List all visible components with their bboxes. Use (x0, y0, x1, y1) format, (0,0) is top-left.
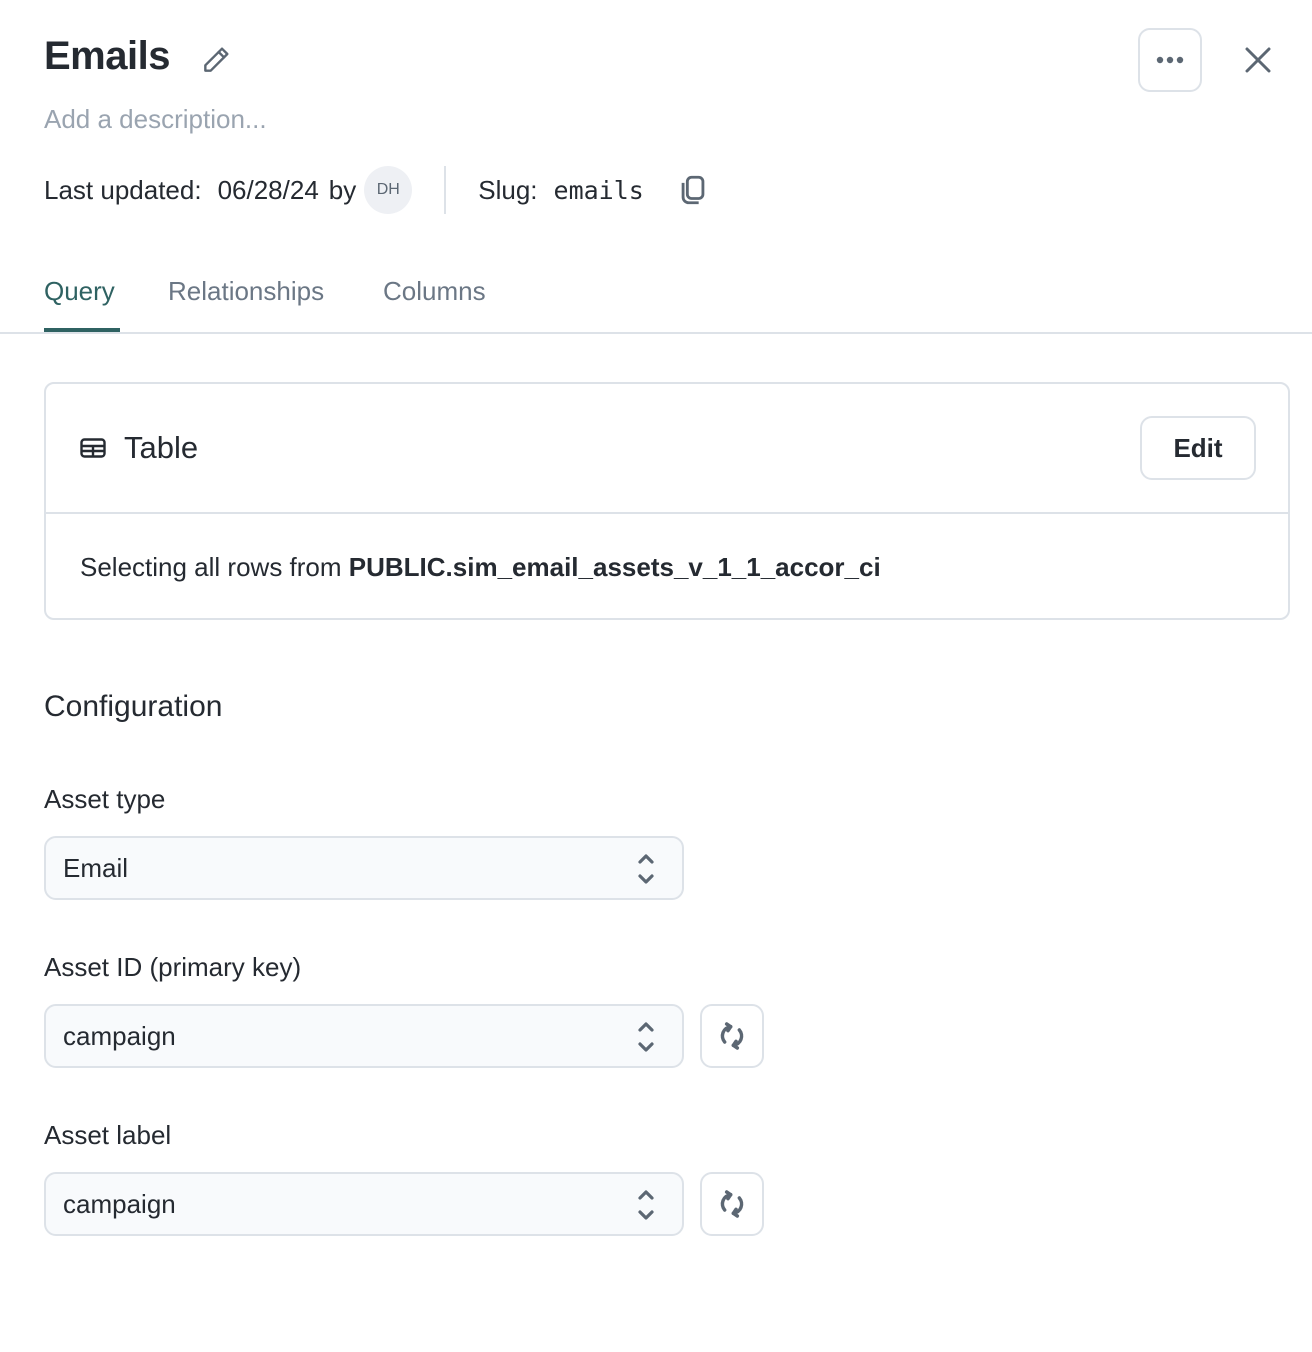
last-updated-date: 06/28/24 (217, 174, 319, 205)
asset-id-select[interactable]: campaign (44, 1004, 684, 1068)
asset-id-value: campaign (63, 1020, 176, 1051)
metadata-row: Last updated: 06/28/24 by DH Slug: email… (44, 166, 710, 214)
tab-bar: Query Relationships Columns (0, 262, 1312, 334)
query-card-header: Table Edit (46, 384, 1288, 514)
sync-icon (720, 1022, 744, 1050)
asset-type-select[interactable]: Email (44, 836, 684, 900)
slug-value: emails (553, 175, 644, 205)
description-input[interactable]: Add a description... (44, 104, 267, 135)
more-options-button[interactable] (1138, 28, 1202, 92)
query-card-title: Table (80, 430, 198, 466)
last-updated-label: Last updated: (44, 174, 202, 205)
slug-label: Slug: (478, 174, 538, 205)
tab-relationships[interactable]: Relationships (168, 276, 324, 331)
active-tab-indicator (44, 328, 120, 332)
asset-label-sync-button[interactable] (700, 1172, 764, 1236)
pencil-icon[interactable] (200, 44, 232, 76)
asset-type-value: Email (63, 852, 129, 883)
avatar: DH (364, 166, 413, 214)
page-title: Emails (44, 34, 170, 78)
query-description: Selecting all rows from PUBLIC.sim_email… (80, 552, 881, 583)
table-icon (80, 438, 106, 458)
query-description-prefix: Selecting all rows from (80, 552, 342, 582)
asset-id-sync-button[interactable] (700, 1004, 764, 1068)
query-type-label: Table (124, 430, 199, 465)
ellipsis-icon (1156, 56, 1184, 64)
divider (444, 166, 447, 214)
edit-query-button[interactable]: Edit (1140, 416, 1256, 480)
query-table-name: PUBLIC.sim_email_assets_v_1_1_accor_ci (348, 552, 881, 582)
chevron-up-down-icon (638, 1190, 654, 1220)
close-icon (1245, 47, 1271, 73)
close-button[interactable] (1238, 40, 1278, 80)
asset-label-select[interactable]: campaign (44, 1172, 684, 1236)
asset-label-label: Asset label (44, 1120, 172, 1150)
asset-type-label: Asset type (44, 784, 166, 814)
copy-icon[interactable] (676, 173, 710, 207)
query-card: Table Edit Selecting all rows from PUBLI… (44, 382, 1290, 620)
tab-query[interactable]: Query (44, 276, 115, 331)
sync-icon (720, 1190, 744, 1218)
chevron-up-down-icon (638, 854, 654, 884)
by-label: by (328, 174, 357, 205)
asset-label-value: campaign (63, 1188, 176, 1219)
chevron-up-down-icon (638, 1022, 654, 1052)
configuration-heading: Configuration (44, 690, 223, 723)
asset-id-label: Asset ID (primary key) (44, 952, 302, 982)
tab-columns[interactable]: Columns (383, 276, 486, 331)
